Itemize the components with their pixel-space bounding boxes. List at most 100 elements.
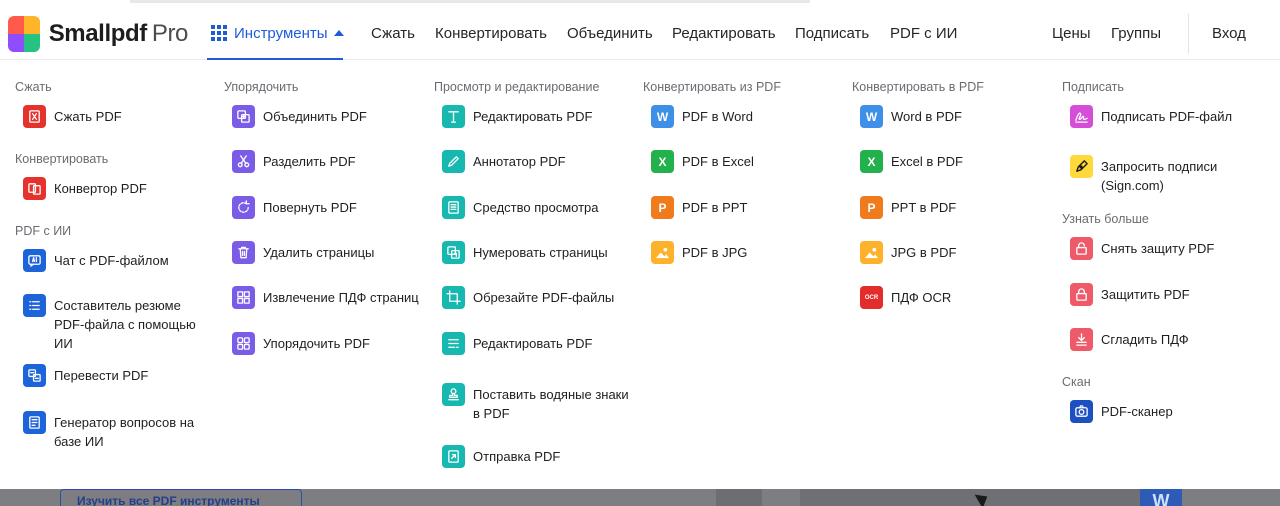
menu-item-excel[interactable]: X Excel в PDF bbox=[860, 150, 963, 173]
menu-item-ppt[interactable]: P PDF в PPT bbox=[651, 196, 747, 219]
menu-item-question-doc[interactable]: Генератор вопросов на базе ИИ bbox=[23, 411, 204, 451]
menu-item-excel[interactable]: X PDF в Excel bbox=[651, 150, 754, 173]
nav-teams[interactable]: Группы bbox=[1111, 8, 1161, 60]
tools-mega-menu: Сжать Сжать PDF Конвертировать Конвертор PD… bbox=[0, 61, 1280, 489]
menu-item-lock[interactable]: Защитить PDF bbox=[1070, 283, 1190, 306]
logo[interactable]: Smallpdf Pro bbox=[8, 14, 188, 54]
login-link[interactable]: Вход bbox=[1212, 8, 1246, 60]
menu-item-ppt[interactable]: P PPT в PDF bbox=[860, 196, 956, 219]
form-icon bbox=[442, 332, 465, 355]
menu-item-label: Редактировать PDF bbox=[473, 109, 593, 124]
flatten-icon bbox=[1070, 328, 1093, 351]
translate-icon bbox=[23, 364, 46, 387]
menu-item-flatten[interactable]: Сгладить ПДФ bbox=[1070, 328, 1189, 351]
menu-item-label: Аннотатор PDF bbox=[473, 154, 566, 169]
nav-compress[interactable]: Сжать bbox=[371, 8, 415, 60]
menu-item-label: PPT в PDF bbox=[891, 200, 957, 215]
compress-icon bbox=[23, 105, 46, 128]
menu-item-translate[interactable]: Перевести PDF bbox=[23, 364, 148, 387]
ai-chat-icon bbox=[23, 249, 46, 272]
menu-item-pen[interactable]: Аннотатор PDF bbox=[442, 150, 566, 173]
menu-item-numbering[interactable]: Нумеровать страницы bbox=[442, 241, 608, 264]
nav-sign[interactable]: Подписать bbox=[795, 8, 869, 60]
menu-item-label: Сгладить ПДФ bbox=[1101, 332, 1189, 347]
menu-item-unlock[interactable]: Снять защиту PDF bbox=[1070, 237, 1214, 260]
logo-text: Smallpdf Pro bbox=[48, 20, 189, 47]
section-title: Просмотр и редактирование bbox=[434, 80, 600, 94]
menu-item-ai-chat[interactable]: Чат с PDF-файлом bbox=[23, 249, 169, 272]
menu-item-label: Перевести PDF bbox=[54, 368, 149, 383]
menu-item-word[interactable]: W Word в PDF bbox=[860, 105, 962, 128]
menu-item-camera[interactable]: PDF-сканер bbox=[1070, 400, 1173, 423]
menu-item-word[interactable]: W PDF в Word bbox=[651, 105, 753, 128]
convert-icon bbox=[23, 177, 46, 200]
menu-item-jpg[interactable]: PDF в JPG bbox=[651, 241, 747, 264]
menu-item-extract[interactable]: Извлечение ПДФ страниц bbox=[232, 286, 419, 309]
nav-convert[interactable]: Конвертировать bbox=[435, 8, 547, 60]
menu-item-label: Поставить водяные знаки в PDF bbox=[473, 387, 629, 421]
menu-item-compress[interactable]: Сжать PDF bbox=[23, 105, 122, 128]
top-strip-bar bbox=[130, 0, 810, 3]
menu-item-label: Чат с PDF-файлом bbox=[54, 253, 169, 268]
nav-tools-label: Инструменты bbox=[234, 24, 328, 42]
word-icon: W bbox=[651, 105, 674, 128]
menu-item-label: Разделить PDF bbox=[263, 154, 356, 169]
menu-item-sign-pen[interactable]: Запросить подписи (Sign.com) bbox=[1070, 155, 1231, 195]
word-logo-icon: W bbox=[1140, 489, 1182, 506]
menu-item-crop[interactable]: Обрезайте PDF-файлы bbox=[442, 286, 614, 309]
menu-item-label: Нумеровать страницы bbox=[473, 245, 608, 260]
extract-icon bbox=[232, 286, 255, 309]
menu-item-text-edit[interactable]: Редактировать PDF bbox=[442, 105, 592, 128]
section-title: Узнать больше bbox=[1062, 212, 1149, 226]
menu-item-trash[interactable]: Удалить страницы bbox=[232, 241, 374, 264]
excel-icon: X bbox=[860, 150, 883, 173]
nav-merge[interactable]: Объединить bbox=[567, 8, 653, 60]
caret-up-icon bbox=[333, 30, 344, 36]
background-page-dimmed: Изучить все PDF инструменты W bbox=[0, 489, 1280, 506]
menu-item-watermark[interactable]: Поставить водяные знаки в PDF bbox=[442, 383, 638, 423]
menu-item-label: Упорядочить PDF bbox=[263, 336, 370, 351]
section-title: Подписать bbox=[1062, 80, 1124, 94]
merge-icon bbox=[232, 105, 255, 128]
organize-icon bbox=[232, 332, 255, 355]
ppt-icon: P bbox=[860, 196, 883, 219]
menu-item-jpg[interactable]: JPG в PDF bbox=[860, 241, 956, 264]
menu-item-organize[interactable]: Упорядочить PDF bbox=[232, 332, 370, 355]
menu-item-label: Редактировать PDF bbox=[473, 336, 593, 351]
lock-icon bbox=[1070, 283, 1093, 306]
menu-item-scissors[interactable]: Разделить PDF bbox=[232, 150, 356, 173]
jpg-icon bbox=[860, 241, 883, 264]
menu-item-merge[interactable]: Объединить PDF bbox=[232, 105, 367, 128]
text-edit-icon bbox=[442, 105, 465, 128]
signature-icon bbox=[1070, 105, 1093, 128]
ocr-icon: OCR bbox=[860, 286, 883, 309]
menu-item-viewer[interactable]: Средство просмотра bbox=[442, 196, 599, 219]
nav-pricing[interactable]: Цены bbox=[1052, 8, 1091, 60]
menu-item-label: PDF-сканер bbox=[1101, 404, 1173, 419]
menu-item-label: Объединить PDF bbox=[263, 109, 367, 124]
menu-item-rotate[interactable]: Повернуть PDF bbox=[232, 196, 357, 219]
trash-icon bbox=[232, 241, 255, 264]
menu-item-label: Обрезайте PDF-файлы bbox=[473, 290, 615, 305]
unlock-icon bbox=[1070, 237, 1093, 260]
menu-item-ocr[interactable]: OCR ПДФ OCR bbox=[860, 286, 951, 309]
section-title: PDF с ИИ bbox=[15, 224, 72, 238]
menu-item-convert[interactable]: Конвертор PDF bbox=[23, 177, 147, 200]
scissors-icon bbox=[232, 150, 255, 173]
menu-item-signature[interactable]: Подписать PDF-файл bbox=[1070, 105, 1232, 128]
menu-item-label: Составитель резюме PDF-файла с помощью И… bbox=[54, 298, 196, 351]
menu-item-label: Сжать PDF bbox=[54, 109, 122, 124]
menu-item-label: PDF в Word bbox=[682, 109, 753, 124]
pen-icon bbox=[442, 150, 465, 173]
menu-item-list[interactable]: Составитель резюме PDF-файла с помощью И… bbox=[23, 294, 214, 353]
menu-item-label: Подписать PDF-файл bbox=[1101, 109, 1233, 124]
nav-tools-menu[interactable]: Инструменты bbox=[207, 8, 344, 60]
menu-item-send[interactable]: Отправка PDF bbox=[442, 445, 560, 468]
menu-item-form[interactable]: Редактировать PDF bbox=[442, 332, 592, 355]
apps-grid-icon bbox=[211, 25, 227, 41]
nav-separator bbox=[1188, 14, 1189, 54]
explore-all-tools-button[interactable]: Изучить все PDF инструменты bbox=[60, 489, 302, 506]
nav-edit[interactable]: Редактировать bbox=[672, 8, 776, 60]
nav-ai-pdf[interactable]: PDF с ИИ bbox=[890, 8, 957, 60]
menu-item-label: Word в PDF bbox=[891, 109, 962, 124]
